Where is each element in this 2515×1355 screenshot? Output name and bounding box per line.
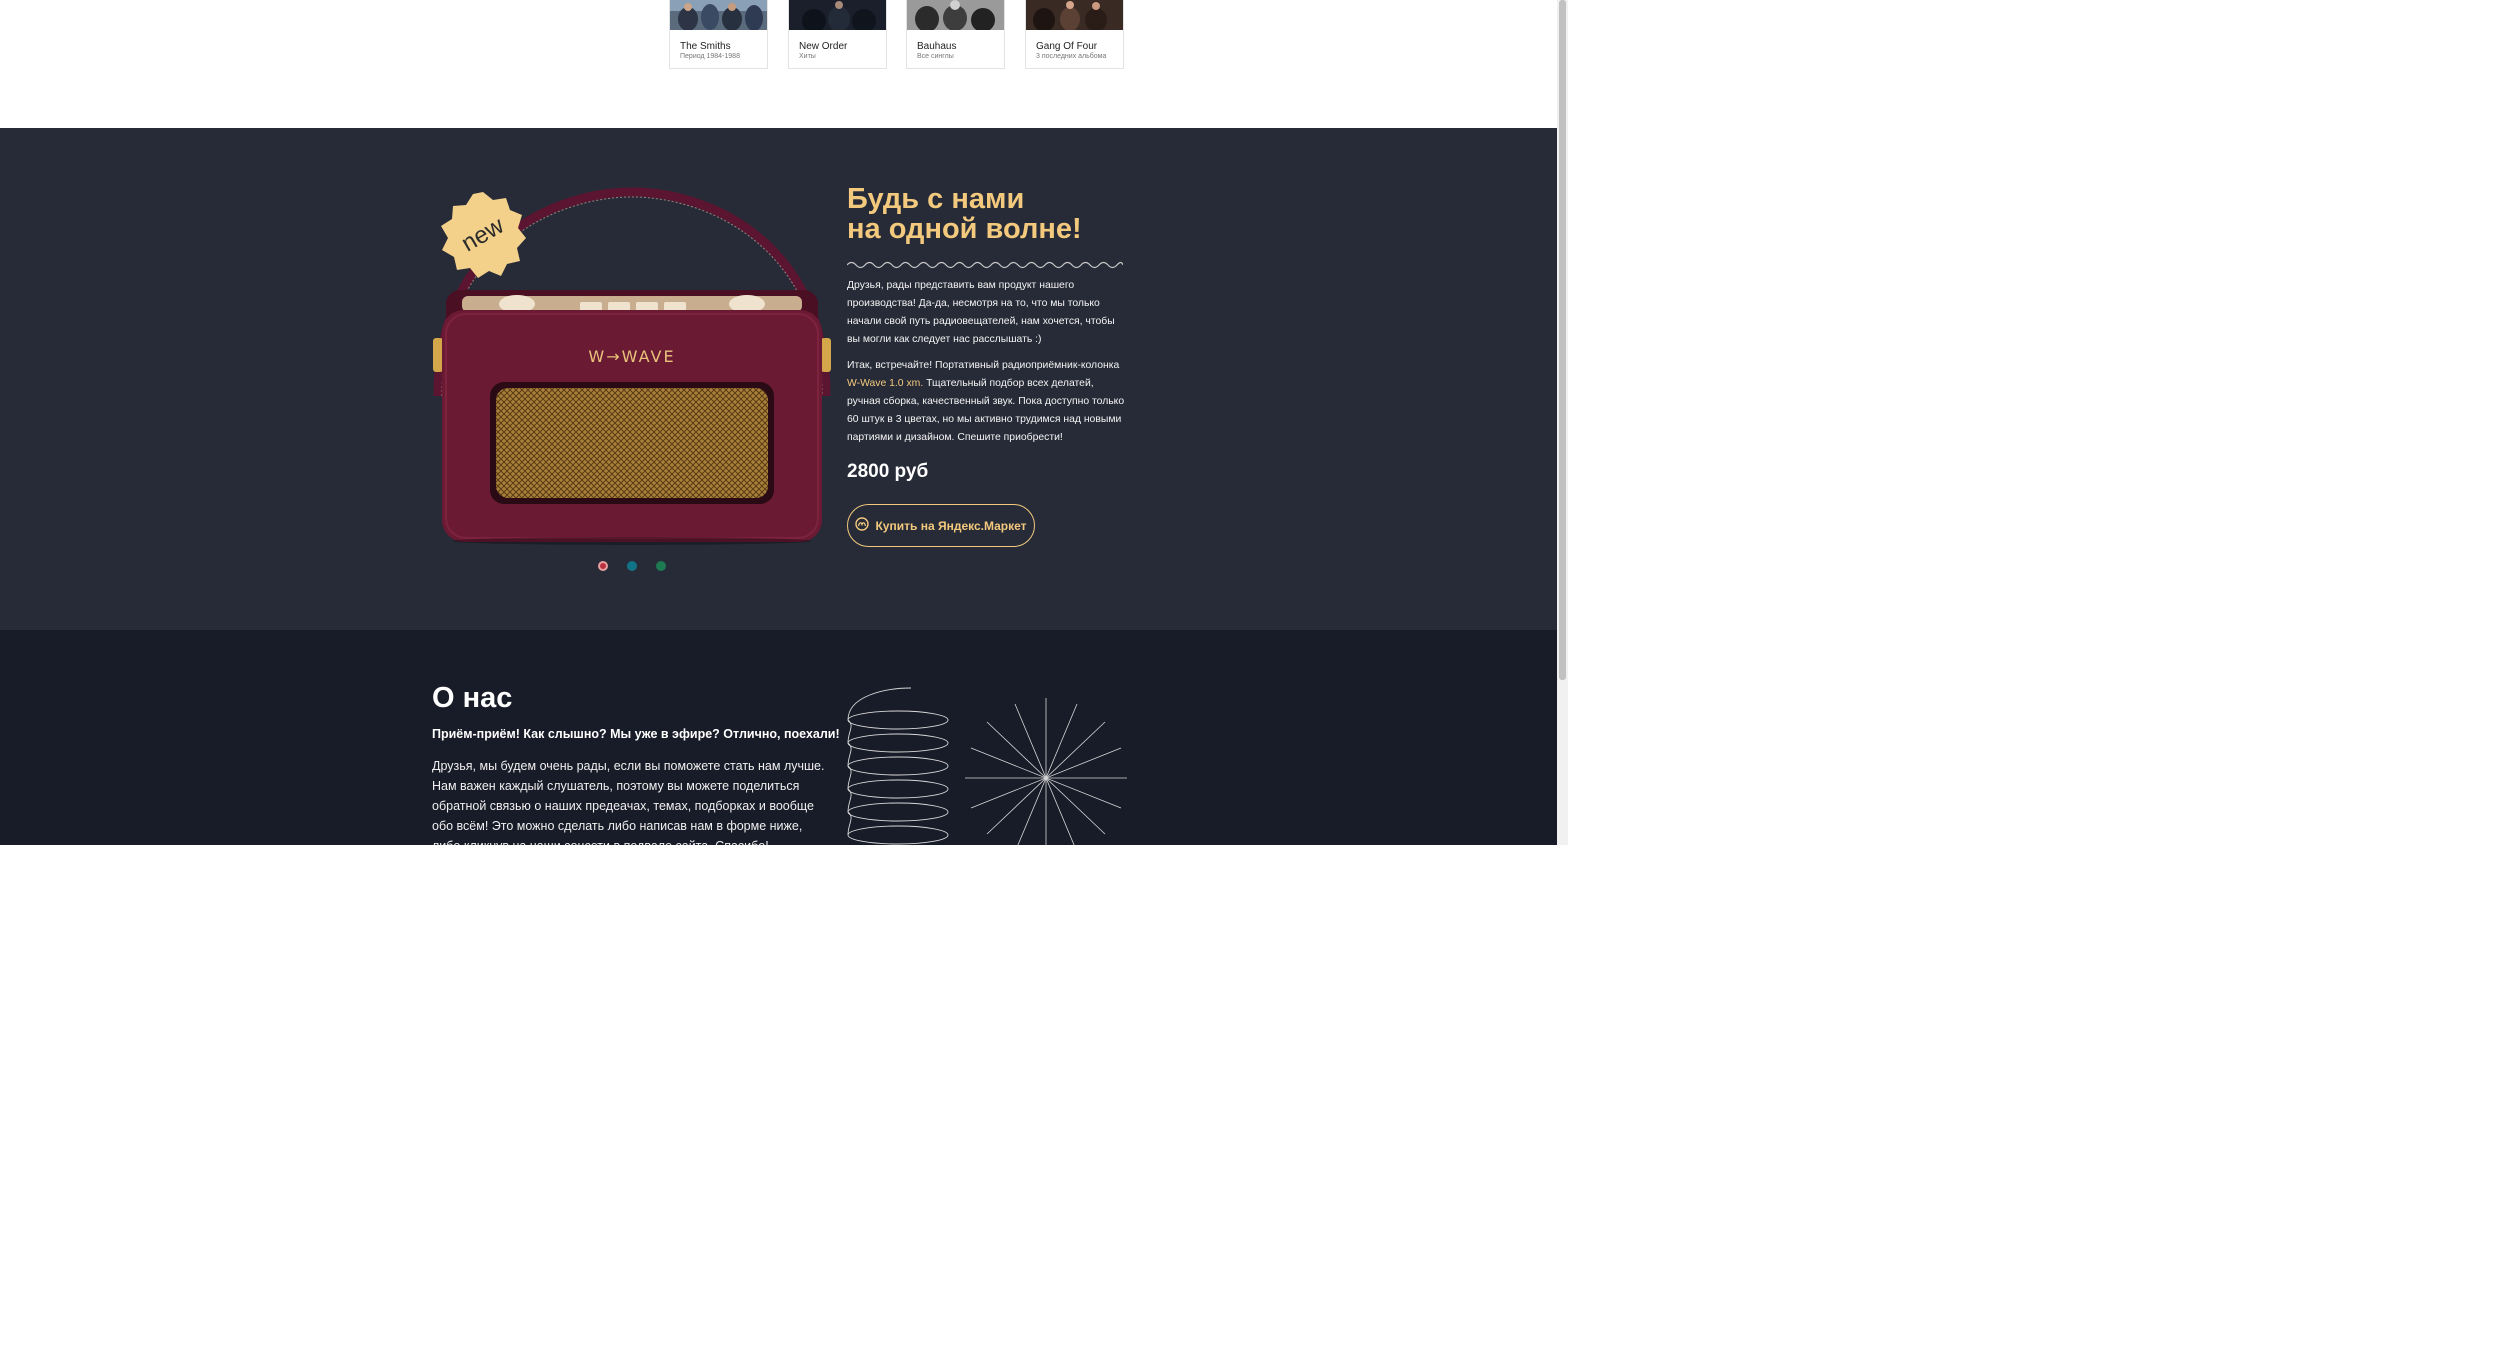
playlist-cover-image [789,0,886,30]
scrollbar-thumb[interactable] [1559,0,1566,680]
headline-line-2: на одной волне! [847,213,1082,245]
about-title: О нас [432,682,513,714]
starburst-decoration [965,698,1127,845]
product-price: 2800 руб [847,461,929,482]
radio-brand-label: W→WAVE [588,347,675,366]
playlist-card-new-order[interactable]: New Order Хиты [788,0,887,69]
product-description-1: Друзья, рады представить вам продукт наш… [847,280,1115,345]
product-description-2: Итак, встречайте! Портативный радиоприём… [847,357,1127,447]
coil-decoration [845,686,951,845]
wave-divider [846,257,1124,275]
playlist-subtitle: Период 1984-1988 [680,53,740,60]
color-option-teal[interactable] [627,561,637,571]
color-option-burgundy[interactable] [598,561,608,571]
playlist-title: The Smiths [680,41,731,52]
playlist-subtitle: Хиты [799,53,816,60]
playlist-subtitle: Все синглы [917,53,954,60]
product-section: W→WAVE new Будь с нами на одной волне! Д… [0,128,1557,630]
page: The Smiths Период 1984-1988 New Order Хи… [0,0,1557,845]
product-headline: Будь с нами на одной волне! [847,184,1147,244]
playlist-cover-image [1026,0,1123,30]
playlists-section: The Smiths Период 1984-1988 New Order Хи… [0,0,1557,128]
scrollbar[interactable] [1557,0,1568,845]
color-option-green[interactable] [656,561,666,571]
playlist-title: Gang Of Four [1036,41,1098,52]
playlist-title: Bauhaus [917,41,957,52]
yandex-market-icon [855,517,870,534]
playlist-card-bauhaus[interactable]: Bauhaus Все синглы [906,0,1005,69]
playlist-subtitle: 3 последних альбома [1036,53,1107,60]
playlist-title: New Order [799,41,848,52]
about-section: О нас Приём-приём! Как слышно? Мы уже в … [0,630,1557,845]
headline-line-1: Будь с нами [847,183,1025,215]
playlist-cover-image [670,0,767,30]
new-badge: new [438,190,528,280]
about-body: Друзья, мы будем очень рады, если вы пом… [432,759,825,845]
playlist-cover-image [907,0,1004,30]
about-lead: Приём-приём! Как слышно? Мы уже в эфире?… [432,727,840,741]
playlist-card-gang-of-four[interactable]: Gang Of Four 3 последних альбома [1025,0,1124,69]
buy-yandex-market-button[interactable]: Купить на Яндекс.Маркет [847,504,1035,547]
buy-button-label: Купить на Яндекс.Маркет [875,518,1027,533]
playlist-card-the-smiths[interactable]: The Smiths Период 1984-1988 [669,0,768,69]
product-model-highlight: W-Wave 1.0 xm. [847,378,924,389]
description-text: Итак, встречайте! Портативный радиоприём… [847,360,1120,371]
